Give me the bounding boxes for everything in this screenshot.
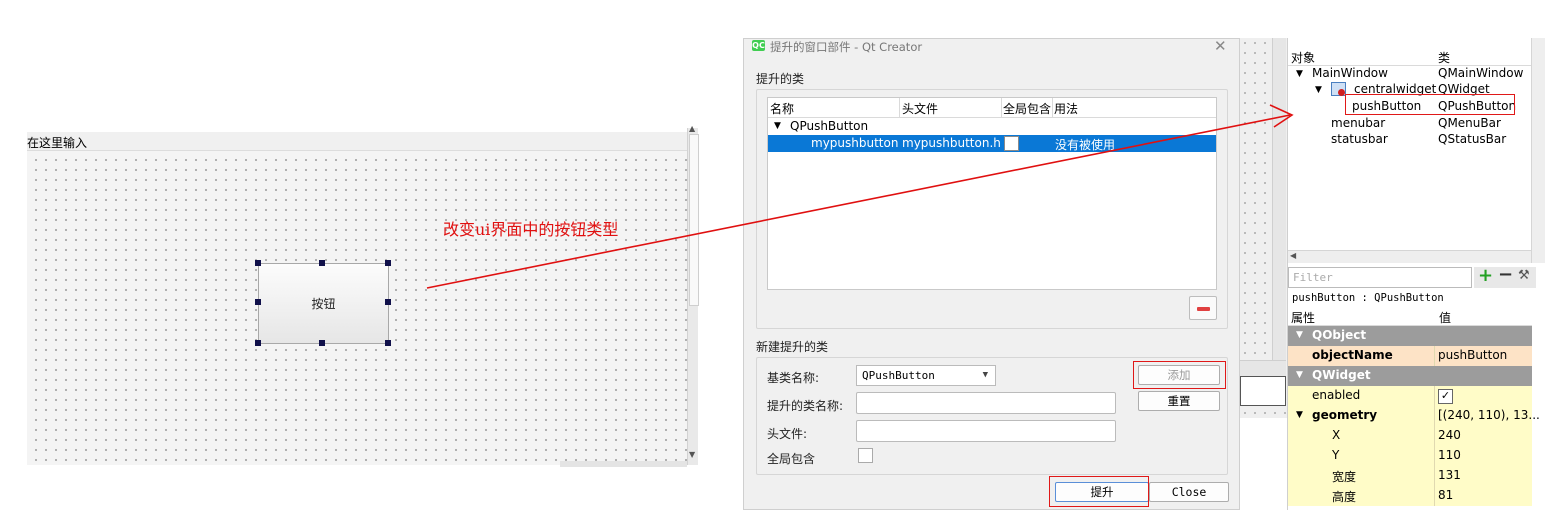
annotation-arrow-line <box>426 114 1291 289</box>
annotation-arrow <box>426 104 1294 289</box>
